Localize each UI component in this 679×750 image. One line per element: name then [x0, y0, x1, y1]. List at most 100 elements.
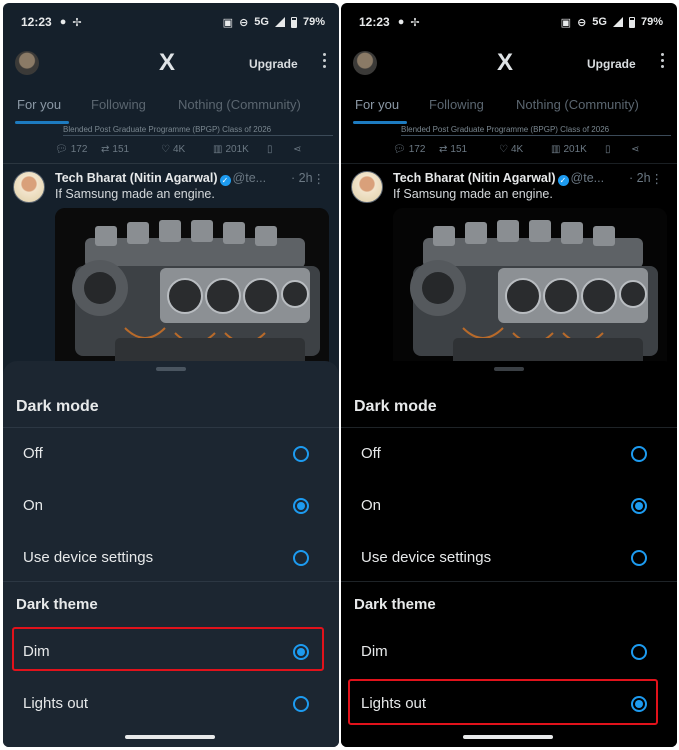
network-label: 5G: [254, 16, 269, 28]
repost-button[interactable]: ⇄ 151: [439, 141, 499, 157]
notification-icon: ●: [59, 16, 67, 28]
option-lights-out[interactable]: Lights out: [3, 681, 339, 727]
post-text: If Samsung made an engine.: [393, 187, 553, 201]
author-avatar[interactable]: [13, 171, 45, 203]
option-use-device-settings[interactable]: Use device settings: [341, 535, 677, 581]
engine-image[interactable]: [55, 208, 329, 378]
views-button[interactable]: ▥ 201K: [551, 141, 605, 157]
post-more-icon[interactable]: ⋮: [651, 171, 664, 186]
profile-avatar[interactable]: [353, 51, 377, 75]
highlight-box: [348, 679, 658, 725]
radio-on[interactable]: [631, 498, 647, 514]
option-on[interactable]: On: [341, 483, 677, 529]
verified-badge-icon: ✓: [219, 175, 231, 186]
gesture-nav-bar[interactable]: [463, 735, 553, 739]
author-name[interactable]: Tech Bharat (Nitin Agarwal): [55, 171, 218, 185]
bookmark-icon[interactable]: ▯: [267, 141, 293, 157]
repost-button[interactable]: ⇄ 151: [101, 141, 161, 157]
dark-mode-title: Dark mode: [16, 398, 99, 415]
timeline-tabs: For you Following Nothing (Community): [3, 95, 339, 127]
status-time: 12:23: [21, 15, 52, 29]
share-icon[interactable]: ⋖: [631, 141, 639, 157]
option-label: On: [361, 497, 382, 514]
divider: [3, 427, 339, 428]
status-time: 12:23: [359, 15, 390, 29]
option-on[interactable]: On: [3, 483, 339, 529]
heart-icon: ♡: [161, 143, 170, 155]
more-options-icon[interactable]: [661, 53, 665, 68]
upgrade-button[interactable]: Upgrade: [587, 57, 636, 71]
option-use-device-settings[interactable]: Use device settings: [3, 535, 339, 581]
active-tab-indicator: [353, 121, 407, 124]
reply-button[interactable]: 💬︎ 172: [393, 141, 439, 157]
engine-illustration: [393, 208, 667, 378]
views-icon: ▥: [213, 143, 223, 155]
post-time: · 2h: [291, 171, 313, 185]
option-label: Lights out: [23, 695, 89, 712]
author-handle: @te...: [232, 171, 267, 185]
dnd-icon: ⊖: [239, 16, 249, 29]
more-options-icon[interactable]: [323, 53, 327, 68]
reply-icon: 💬︎: [55, 143, 68, 155]
tab-nothing-community[interactable]: Nothing (Community): [178, 97, 301, 112]
profile-avatar[interactable]: [15, 51, 39, 75]
radio-lights-out[interactable]: [293, 696, 309, 712]
top-bar: X Upgrade: [3, 45, 339, 85]
dark-theme-title: Dark theme: [16, 596, 98, 613]
views-count: 201K: [225, 143, 249, 155]
radio-dim[interactable]: [631, 644, 647, 660]
sheet-drag-handle[interactable]: [156, 367, 186, 371]
post-text: If Samsung made an engine.: [55, 187, 215, 201]
tab-nothing-community[interactable]: Nothing (Community): [516, 97, 639, 112]
reply-count: 172: [70, 143, 88, 155]
previous-post-snippet: Blended Post Graduate Programme (BPGP) C…: [401, 125, 671, 136]
post-header: Tech Bharat (Nitin Agarwal) ✓ @te... · 2h …: [55, 171, 329, 186]
views-icon: ▥: [551, 143, 561, 155]
option-off[interactable]: Off: [341, 431, 677, 477]
gesture-nav-bar[interactable]: [125, 735, 215, 739]
active-tab-indicator: [15, 121, 69, 124]
share-icon[interactable]: ⋖: [293, 141, 301, 157]
heart-icon: ♡: [499, 143, 508, 155]
reply-button[interactable]: 💬︎ 172: [55, 141, 101, 157]
battery-icon: [628, 16, 635, 28]
like-button[interactable]: ♡ 4K: [499, 141, 551, 157]
tab-for-you[interactable]: For you: [17, 97, 61, 112]
tab-following[interactable]: Following: [91, 97, 146, 112]
radio-use-device-settings[interactable]: [631, 550, 647, 566]
engine-image[interactable]: [393, 208, 667, 378]
divider: [341, 163, 677, 164]
tab-following[interactable]: Following: [429, 97, 484, 112]
option-label: Use device settings: [361, 549, 492, 566]
x-logo: X: [159, 49, 176, 76]
bookmark-icon[interactable]: ▯: [605, 141, 631, 157]
divider: [3, 581, 339, 582]
tab-for-you[interactable]: For you: [355, 97, 399, 112]
author-avatar[interactable]: [351, 171, 383, 203]
notification-icon: ●: [397, 16, 405, 28]
divider: [341, 581, 677, 582]
post-more-icon[interactable]: ⋮: [313, 171, 326, 186]
radio-use-device-settings[interactable]: [293, 550, 309, 566]
option-label: Off: [361, 445, 381, 462]
signal-icon: [274, 17, 285, 27]
repost-count: 151: [450, 143, 468, 155]
like-button[interactable]: ♡ 4K: [161, 141, 213, 157]
radio-off[interactable]: [293, 446, 309, 462]
dark-mode-sheet: Dark mode Off On Use device settings Dar…: [3, 361, 339, 747]
views-button[interactable]: ▥ 201K: [213, 141, 267, 157]
timeline-tabs: For you Following Nothing (Community): [341, 95, 677, 127]
post-time: · 2h: [629, 171, 651, 185]
engine-illustration: [55, 208, 329, 378]
phone-screenshot-dim: 12:23 ● ✢ ▣ ⊖ 5G 79% X Upgrade For you F…: [3, 3, 339, 747]
upgrade-button[interactable]: Upgrade: [249, 57, 298, 71]
radio-on[interactable]: [293, 498, 309, 514]
post-actions: 💬︎ 172 ⇄ 151 ♡ 4K ▥ 201K ▯ ⋖: [393, 141, 667, 157]
option-dim[interactable]: Dim: [341, 629, 677, 675]
radio-off[interactable]: [631, 446, 647, 462]
dark-mode-title: Dark mode: [354, 398, 437, 415]
sheet-drag-handle[interactable]: [494, 367, 524, 371]
like-count: 4K: [172, 143, 186, 155]
option-off[interactable]: Off: [3, 431, 339, 477]
author-name[interactable]: Tech Bharat (Nitin Agarwal): [393, 171, 556, 185]
